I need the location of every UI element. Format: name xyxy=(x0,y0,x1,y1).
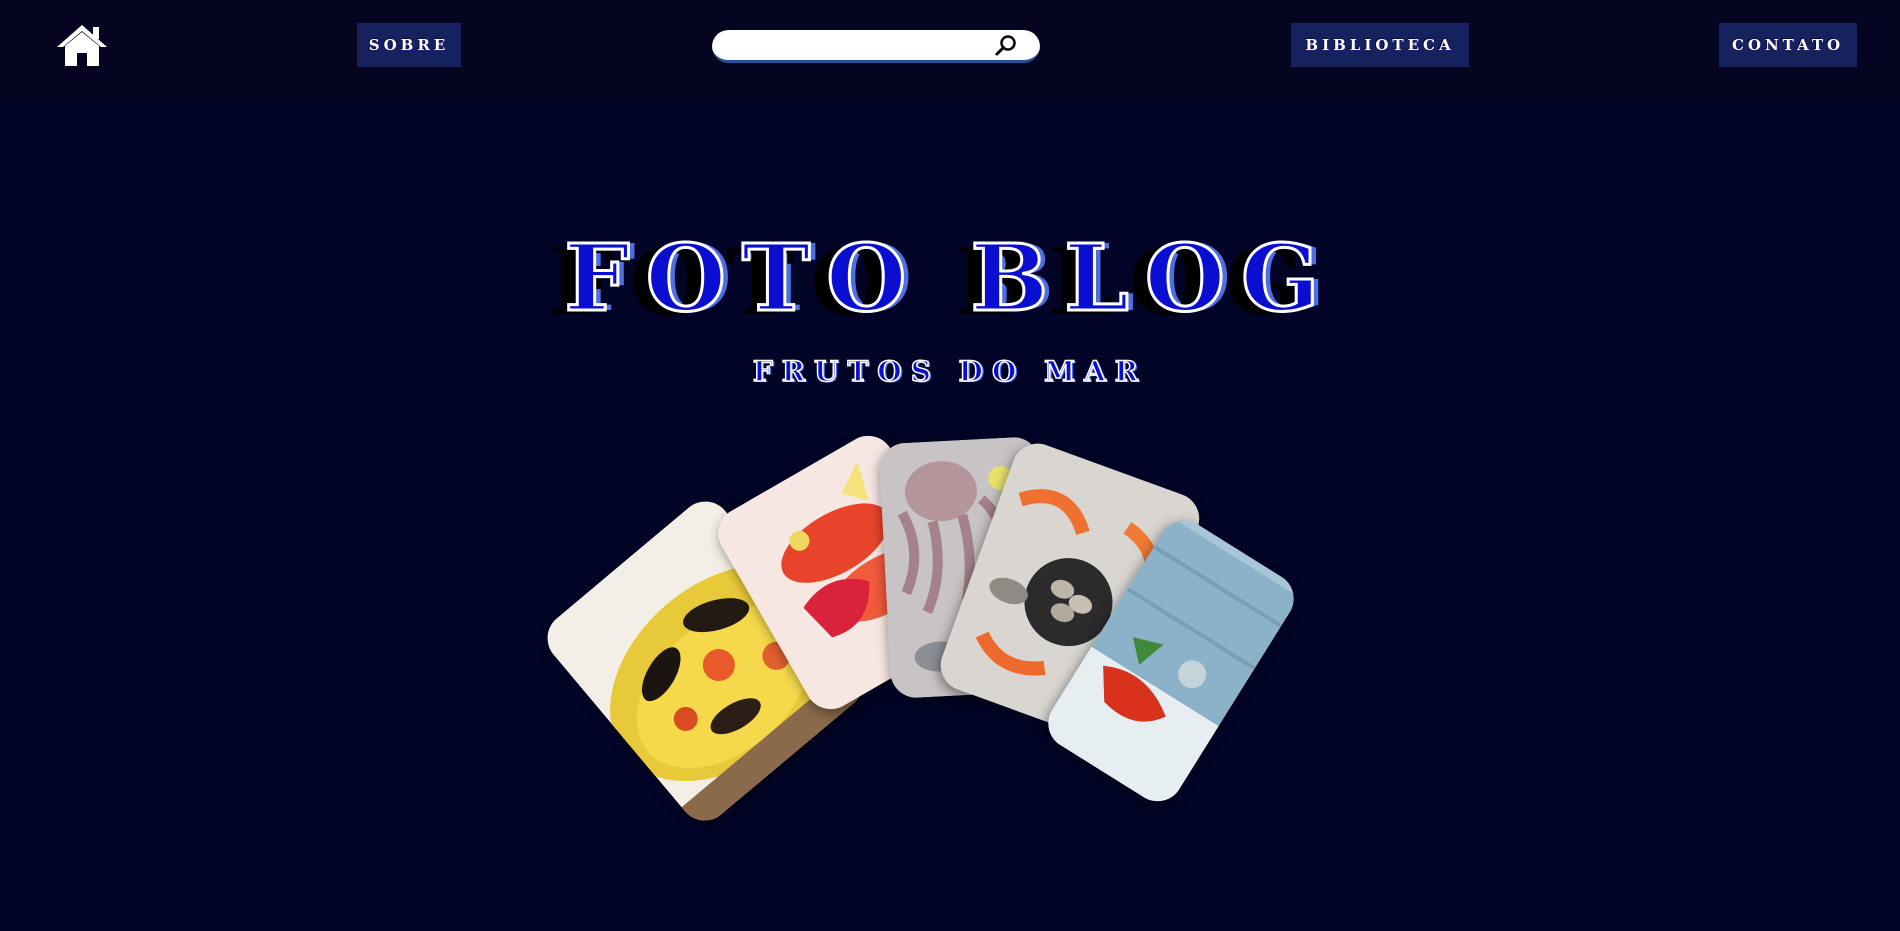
top-navigation-bar: SOBRE BIBLIOTECA CONTATO xyxy=(0,0,1900,97)
nav-sobre-button[interactable]: SOBRE xyxy=(357,23,461,67)
page-subtitle: FRUTOS DO MAR xyxy=(752,354,1148,389)
nav-contato-button[interactable]: CONTATO xyxy=(1719,23,1857,67)
search-input[interactable] xyxy=(726,34,990,58)
home-icon[interactable] xyxy=(55,22,109,68)
nav-biblioteca-button[interactable]: BIBLIOTECA xyxy=(1291,23,1469,67)
page-title: FOTO BLOG xyxy=(563,223,1336,334)
magnifier-icon[interactable] xyxy=(994,34,1018,58)
search-bar xyxy=(712,30,1040,63)
